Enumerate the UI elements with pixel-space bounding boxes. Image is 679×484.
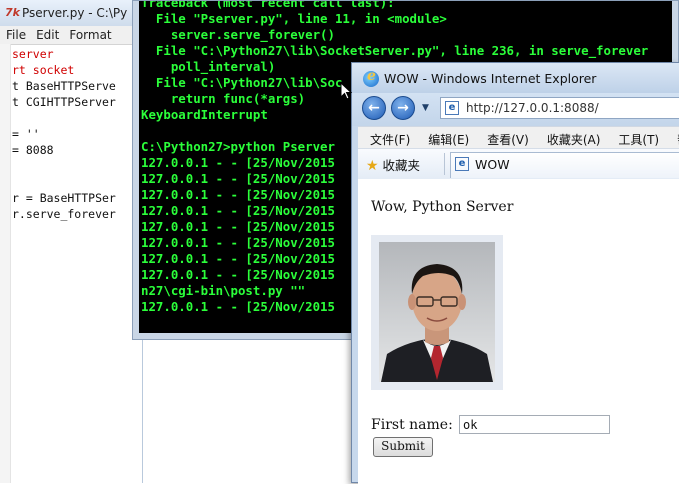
mouse-cursor-icon [340, 82, 352, 100]
favorites-button[interactable]: ★ 收藏夹 [366, 155, 420, 174]
tab-title: WOW [475, 157, 510, 172]
editor-window: 7k Pserver.py - C:\Py File Edit Format ser… [0, 0, 143, 483]
history-dropdown-icon[interactable]: ▼ [422, 103, 429, 113]
code-line: = 8088 [12, 143, 54, 157]
menu-file[interactable]: 文件(F) [358, 127, 416, 148]
menu-tools[interactable]: 工具(T) [606, 127, 665, 148]
editor-gutter [0, 44, 11, 483]
code-line: r = BaseHTTPSer [12, 191, 116, 205]
code-line: r.serve_forever [12, 207, 116, 221]
submit-button[interactable]: Submit [373, 437, 433, 457]
editor-menu-file[interactable]: File [0, 26, 30, 42]
editor-title-bar[interactable]: 7k Pserver.py - C:\Py [0, 0, 142, 26]
menu-edit[interactable]: 编辑(E) [416, 127, 475, 148]
editor-code-area[interactable]: server rt socket t BaseHTTPServe t CGIHTTPS… [12, 46, 142, 222]
address-text: http://127.0.0.1:8088/ [466, 101, 599, 115]
browser-window: e WOW - Windows Internet Explorer ← → ▼ … [351, 62, 679, 484]
console-line: server.serve_forever() [141, 27, 335, 42]
menu-help[interactable]: 帮助 [665, 127, 679, 148]
browser-title-bar[interactable]: e WOW - Windows Internet Explorer [352, 63, 679, 93]
console-line: File "C:\Python27\lib\SocketServer.py", … [141, 43, 649, 58]
favorites-label: 收藏夹 [382, 158, 421, 173]
portrait-illustration [381, 264, 493, 382]
idle-logo-icon: 7k [5, 6, 20, 19]
first-name-label: First name: [371, 417, 453, 433]
page-content: Wow, Python Server First name: ok Submit [358, 179, 679, 484]
code-line: rt socket [12, 63, 75, 77]
browser-nav-bar: ← → ▼ e http://127.0.0.1:8088/ [352, 93, 679, 126]
back-arrow-icon[interactable]: ← [362, 96, 386, 120]
editor-menu-bar: File Edit Format [0, 26, 142, 45]
editor-menu-format[interactable]: Format [63, 26, 115, 42]
code-line: t BaseHTTPServe [12, 79, 116, 93]
first-name-input[interactable] [459, 415, 610, 434]
browser-title: WOW - Windows Internet Explorer [384, 71, 597, 86]
page-icon: e [445, 101, 459, 115]
browser-menu-bar: 文件(F)编辑(E)查看(V)收藏夹(A)工具(T)帮助 [358, 126, 679, 149]
code-line: = '' [12, 127, 40, 141]
editor-menu-edit[interactable]: Edit [30, 26, 63, 42]
photo-frame [371, 235, 503, 390]
star-icon: ★ [366, 158, 379, 174]
portrait-photo [379, 242, 495, 382]
editor-title: Pserver.py - C:\Py [22, 6, 128, 20]
favorites-bar: ★ 收藏夹 e WOW [358, 148, 679, 180]
console-line: Traceback (most recent call last): [141, 1, 395, 10]
tab-page-icon: e [455, 157, 469, 171]
page-heading: Wow, Python Server [371, 199, 514, 215]
address-bar[interactable]: e http://127.0.0.1:8088/ [440, 97, 679, 119]
menu-favorites[interactable]: 收藏夹(A) [535, 127, 607, 148]
console-line: File "Pserver.py", line 11, in <module> [141, 11, 447, 26]
tab-wow[interactable]: e WOW [450, 152, 679, 178]
menu-view[interactable]: 查看(V) [475, 127, 535, 148]
ie-e-icon: e [367, 68, 376, 84]
forward-arrow-icon[interactable]: → [391, 96, 415, 120]
code-line: t CGIHTTPServer [12, 95, 116, 109]
favorites-separator [444, 153, 445, 175]
code-line: server [12, 47, 54, 61]
